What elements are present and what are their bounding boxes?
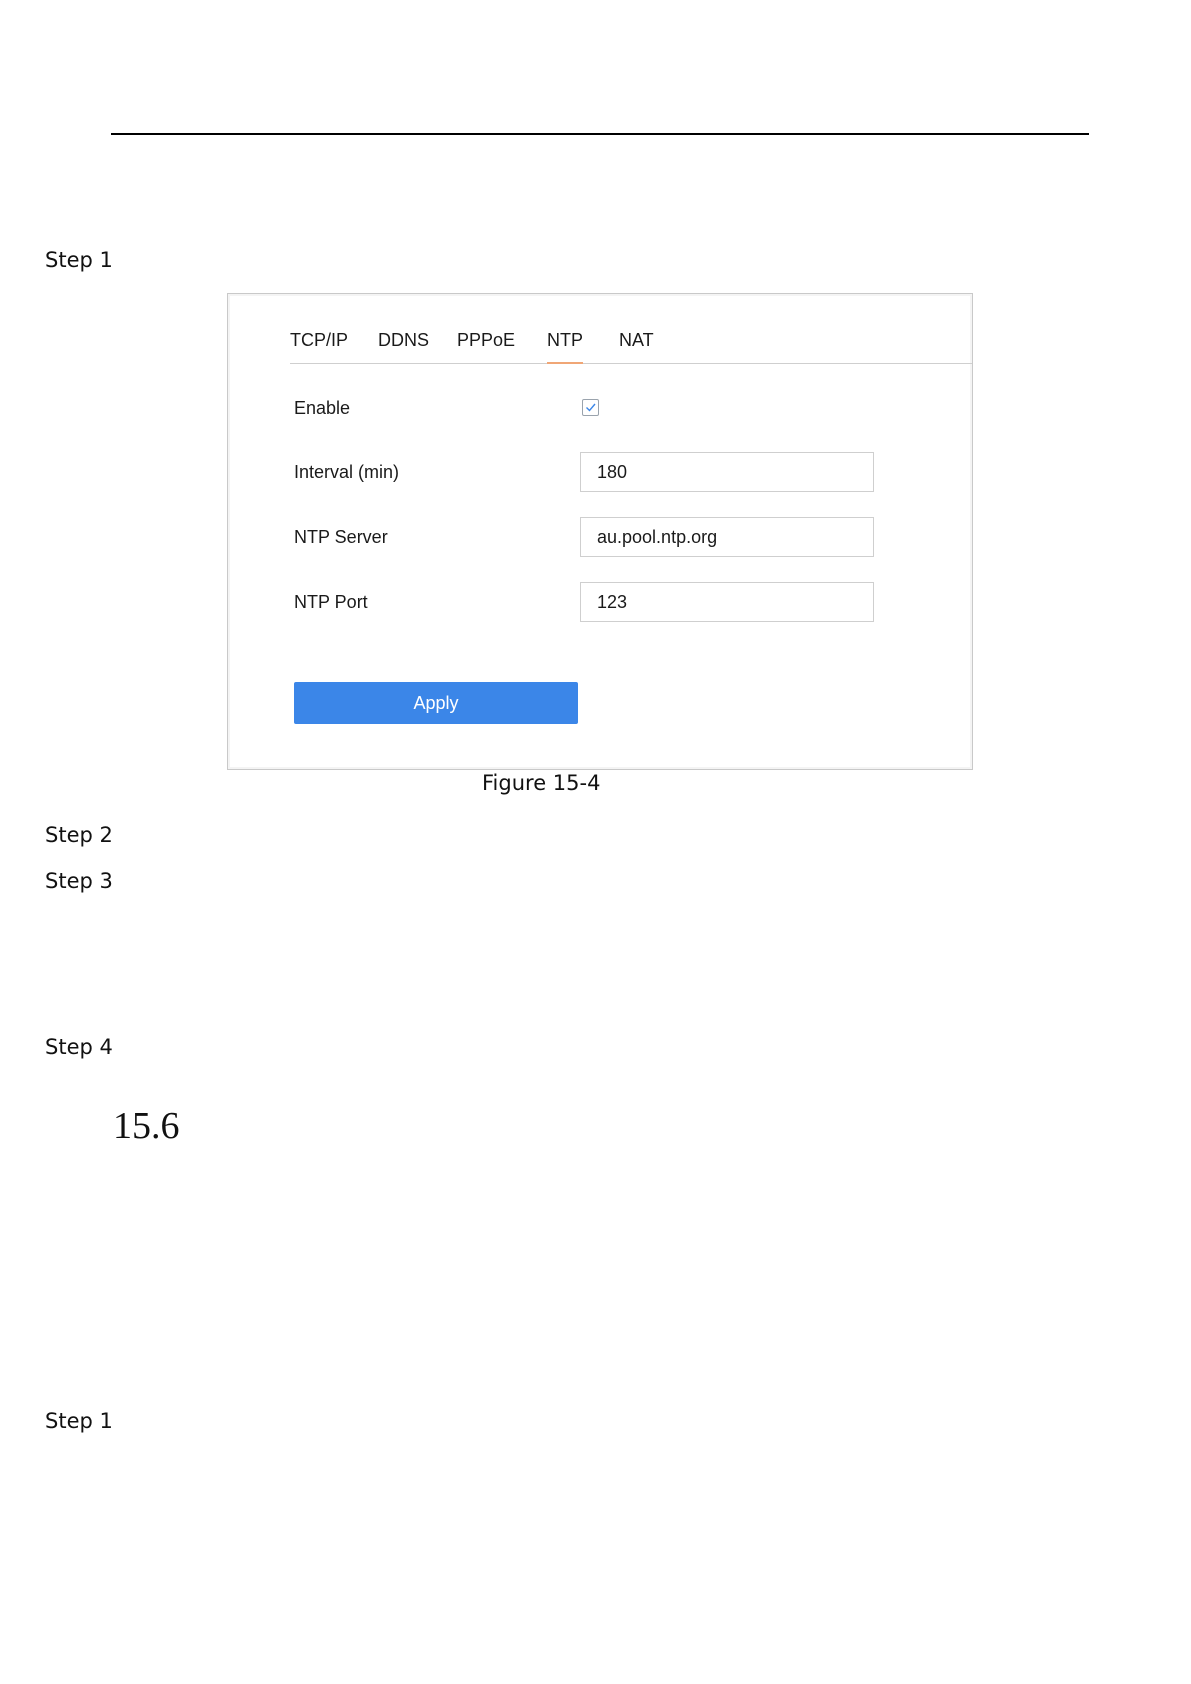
checkmark-icon (586, 403, 596, 412)
figure-caption: Figure 15-4 (482, 771, 601, 795)
step-3-label: Step 3 (45, 869, 113, 893)
step-4-label: Step 4 (45, 1035, 113, 1059)
enable-checkbox[interactable] (582, 399, 599, 416)
tab-ddns[interactable]: DDNS (378, 330, 429, 361)
ntp-settings-screenshot: TCP/IP DDNS PPPoE NTP NAT Enable Interva… (227, 293, 973, 770)
interval-label: Interval (min) (294, 462, 400, 482)
tab-pppoe[interactable]: PPPoE (457, 330, 515, 361)
tab-tcpip[interactable]: TCP/IP (290, 330, 348, 361)
ntp-server-input[interactable]: au.pool.ntp.org (580, 517, 874, 557)
enable-label: Enable (294, 398, 351, 418)
step-2-label: Step 2 (45, 823, 113, 847)
network-tabs: TCP/IP DDNS PPPoE NTP NAT (290, 330, 972, 364)
ntp-port-input[interactable]: 123 (580, 582, 874, 622)
tab-ntp[interactable]: NTP (547, 330, 583, 364)
step-1-second-label: Step 1 (45, 1409, 113, 1433)
step-1-label: Step 1 (45, 248, 113, 272)
tab-nat[interactable]: NAT (619, 330, 654, 361)
header-rule (111, 133, 1089, 135)
section-number: 15.6 (113, 1105, 180, 1147)
ntp-port-label: NTP Port (294, 592, 368, 612)
ntp-server-label: NTP Server (294, 527, 388, 547)
apply-button[interactable]: Apply (294, 682, 578, 724)
interval-input[interactable]: 180 (580, 452, 874, 492)
